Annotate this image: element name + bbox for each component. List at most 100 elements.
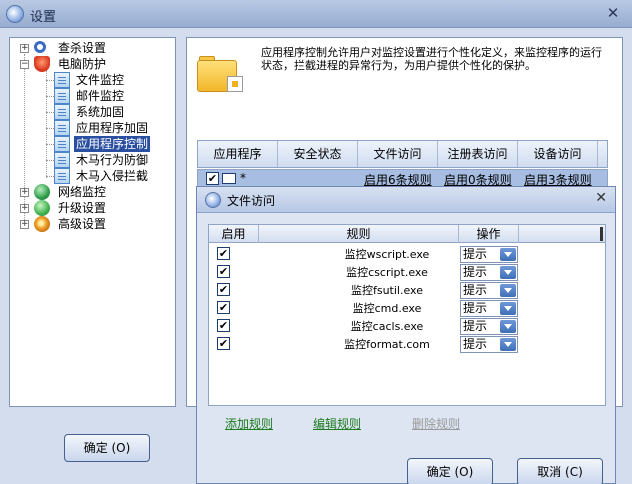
row-checkbox[interactable]: ✔ [206,172,219,185]
window-title: 设置 [30,10,57,25]
column-header[interactable]: 文件访问 [358,141,438,167]
column-header[interactable]: 注册表访问 [438,141,518,167]
column-header[interactable]: 应用程序 [198,141,278,167]
rule-text: 监控wscript.exe [344,248,430,261]
app-icon [205,192,221,208]
document-icon [54,120,70,136]
tree-item-scan-settings[interactable]: + 查杀设置 [20,40,108,56]
chevron-down-icon[interactable] [500,266,516,279]
update-icon [34,200,50,216]
tree-item-app-hardening[interactable]: 应用程序加固 [40,120,150,136]
document-icon [54,152,70,168]
rule-checkbox[interactable]: ✔ [217,265,230,278]
rule-checkbox[interactable]: ✔ [217,319,230,332]
collapse-icon[interactable]: − [20,60,29,69]
dialog-cancel-button[interactable]: 取消 (C) [517,458,603,484]
tree-item-label: 查杀设置 [58,41,107,55]
settings-tree: + 查杀设置 − 电脑防护 文件监控 邮件监控 系统加固 应用程序加固 应用程序… [9,37,176,407]
table-row[interactable]: ✔ 监控format.com 提示 [209,335,605,353]
tree-item-label: 应用程序加固 [76,121,149,135]
tree-item-app-control[interactable]: 应用程序控制 [40,136,151,152]
tree-item-network-monitor[interactable]: + 网络监控 [20,184,108,200]
folder-icon [197,56,243,92]
rule-text: 监控cmd.exe [352,302,422,315]
rule-checkbox[interactable]: ✔ [217,247,230,260]
table-row[interactable]: ✔ 监控fsutil.exe 提示 [209,281,605,299]
chevron-down-icon[interactable] [500,320,516,333]
chevron-down-icon[interactable] [500,302,516,315]
tree-item-label: 电脑防护 [58,57,107,71]
tree-item-update-settings[interactable]: + 升级设置 [20,200,108,216]
tree-item-file-monitor[interactable]: 文件监控 [40,72,126,88]
expand-icon[interactable]: + [20,44,29,53]
chevron-down-icon[interactable] [500,284,516,297]
expand-icon[interactable]: + [20,220,29,229]
table-row[interactable]: ✔ 监控cscript.exe 提示 [209,263,605,281]
chevron-down-icon[interactable] [500,248,516,261]
tree-item-trojan-defense[interactable]: 木马行为防御 [40,152,150,168]
expand-icon[interactable]: + [20,204,29,213]
rule-list: 启用 规则 操作 ✔ 监控wscript.exe 提示 ✔ 监控cscript.… [208,224,606,406]
action-value: 提示 [463,265,488,279]
close-icon[interactable]: ✕ [595,190,607,206]
rule-text: 监控fsutil.exe [350,284,423,297]
dialog-title: 文件访问 [227,194,276,208]
tree-item-label: 网络监控 [58,185,107,199]
delete-rule-link[interactable]: 删除规则 [412,415,460,432]
dialog-ok-button[interactable]: 确定 (O) [407,458,493,484]
app-table-header: 应用程序 安全状态 文件访问 注册表访问 设备访问 [197,140,608,168]
rule-checkbox[interactable]: ✔ [217,337,230,350]
close-icon[interactable]: ✕ [604,4,622,22]
document-icon [54,72,70,88]
tree-item-advanced-settings[interactable]: + 高级设置 [20,216,108,232]
document-icon [54,104,70,120]
document-icon [54,88,70,104]
column-header[interactable]: 规则 [259,225,459,243]
column-header[interactable]: 安全状态 [278,141,358,167]
action-value: 提示 [463,247,488,261]
column-header[interactable]: 设备访问 [518,141,598,167]
document-icon [54,168,70,184]
app-icon [6,5,24,23]
rule-list-header: 启用 规则 操作 [209,225,605,243]
table-row[interactable]: ✔ 监控cacls.exe 提示 [209,317,605,335]
ok-button[interactable]: 确定 (O) [64,434,150,462]
action-select[interactable]: 提示 [460,264,518,281]
table-row[interactable]: ✔ * 启用6条规则 启用0条规则 启用3条规则 [197,169,608,187]
action-select[interactable]: 提示 [460,318,518,335]
action-select[interactable]: 提示 [460,300,518,317]
search-icon [34,41,46,53]
tree-item-trojan-intrusion-block[interactable]: 木马入侵拦截 [40,168,150,184]
column-header[interactable]: 启用 [209,225,259,243]
action-select[interactable]: 提示 [460,282,518,299]
tree-item-label: 系统加固 [76,105,125,119]
chevron-down-icon[interactable] [500,338,516,351]
tree-item-label: 升级设置 [58,201,107,215]
title-bar[interactable]: 设置 ✕ [0,0,632,28]
edit-rule-link[interactable]: 编辑规则 [313,415,361,432]
window-icon [222,173,236,184]
rule-checkbox[interactable]: ✔ [217,301,230,314]
scrollbar[interactable] [600,227,603,241]
expand-icon[interactable]: + [20,188,29,197]
table-row[interactable]: ✔ 监控wscript.exe 提示 [209,245,605,263]
action-value: 提示 [463,301,488,315]
action-value: 提示 [463,283,488,297]
action-select[interactable]: 提示 [460,336,518,353]
tree-item-label: 高级设置 [58,217,107,231]
table-row[interactable]: ✔ 监控cmd.exe 提示 [209,299,605,317]
action-value: 提示 [463,337,488,351]
tree-item-mail-monitor[interactable]: 邮件监控 [40,88,126,104]
panel-description: 应用程序控制允许用户对监控设置进行个性化定义，来监控程序的运行状态，拦截进程的异… [261,46,602,72]
tree-item-system-hardening[interactable]: 系统加固 [40,104,126,120]
tree-item-label: 文件监控 [76,73,125,87]
dialog-title-bar[interactable]: 文件访问 ✕ [197,187,615,213]
rule-text: 监控cacls.exe [350,320,424,333]
add-rule-link[interactable]: 添加规则 [225,415,273,432]
tree-item-label: 木马行为防御 [76,153,149,167]
app-name: * [240,171,246,185]
action-select[interactable]: 提示 [460,246,518,263]
rule-checkbox[interactable]: ✔ [217,283,230,296]
column-header[interactable]: 操作 [459,225,519,243]
tree-item-pc-protection[interactable]: − 电脑防护 [20,56,108,72]
